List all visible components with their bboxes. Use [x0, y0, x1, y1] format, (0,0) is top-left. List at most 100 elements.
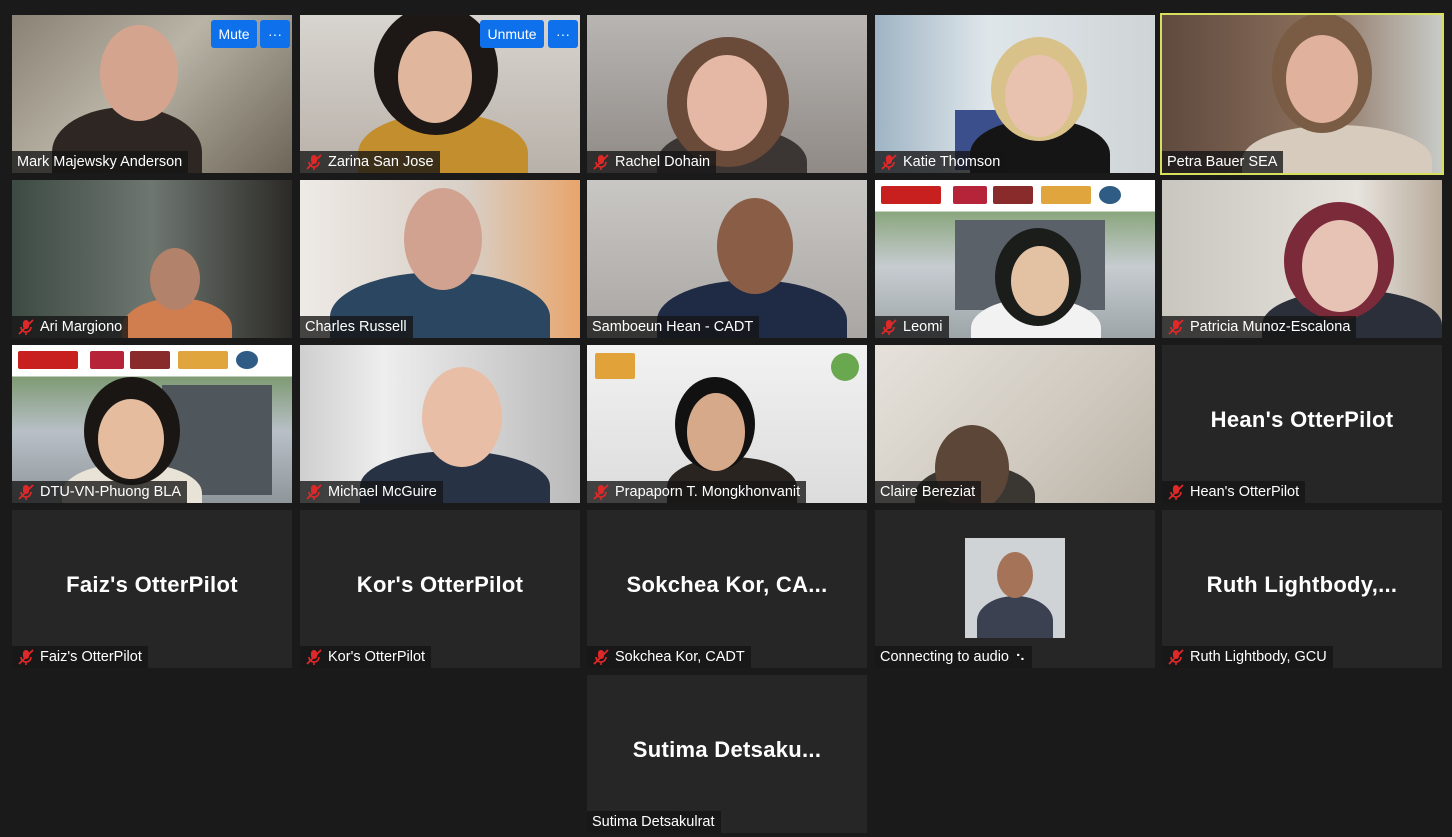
participant-nametag: Zarina San Jose — [300, 151, 440, 173]
muted-mic-icon — [593, 649, 609, 665]
participant-nametag: Michael McGuire — [300, 481, 443, 503]
participant-tile[interactable]: Patricia Munoz-Escalona — [1162, 180, 1442, 338]
participant-tile[interactable]: Ruth Lightbody,... Ruth Lightbody, GCU — [1162, 510, 1442, 668]
participant-name: Zarina San Jose — [328, 154, 434, 170]
participant-nametag: Sokchea Kor, CADT — [587, 646, 751, 668]
participant-nametag: Prapaporn T. Mongkhonvanit — [587, 481, 807, 503]
participant-name: Sutima Detsakulrat — [592, 814, 715, 830]
participant-name: Katie Thomson — [903, 154, 1001, 170]
participant-video — [587, 15, 867, 173]
sponsor-logo — [1041, 186, 1091, 204]
participant-name: Leomi — [903, 319, 943, 335]
participant-tile[interactable]: Hean's OtterPilot Hean's OtterPilot — [1162, 345, 1442, 503]
participant-name: Sokchea Kor, CADT — [615, 649, 745, 665]
participant-name: Mark Majewsky Anderson — [17, 154, 183, 170]
participant-name: Rachel Dohain — [615, 154, 711, 170]
sdg-lab-logo — [831, 353, 859, 381]
participant-name: Faiz's OtterPilot — [40, 649, 142, 665]
unmute-button[interactable]: Unmute — [480, 20, 544, 48]
participant-display-name: Ruth Lightbody,... — [1206, 572, 1398, 597]
participant-tile[interactable]: Michael McGuire — [300, 345, 580, 503]
participant-video — [587, 180, 867, 338]
participant-nametag: Petra Bauer SEA — [1162, 151, 1284, 173]
connecting-indicator-icon: ⠢ — [1015, 649, 1026, 665]
sponsor-logo — [993, 186, 1033, 204]
more-options-button[interactable]: ··· — [260, 20, 290, 48]
participant-video — [875, 345, 1155, 503]
sponsor-logo — [90, 351, 124, 369]
muted-mic-icon — [306, 154, 322, 170]
profile-picture — [965, 538, 1065, 638]
participant-tile-active-speaker[interactable]: Petra Bauer SEA — [1160, 13, 1444, 175]
participant-name: Prapaporn T. Mongkhonvanit — [615, 484, 801, 500]
participant-tile[interactable]: Rachel Dohain — [587, 15, 867, 173]
participant-tile[interactable]: Mute ··· Mark Majewsky Anderson — [12, 15, 292, 173]
participant-video — [587, 345, 867, 503]
participant-nametag: Connecting to audio ⠢ — [875, 646, 1032, 668]
participant-nametag: Charles Russell — [300, 316, 413, 338]
participant-video — [300, 180, 580, 338]
participant-video — [875, 15, 1155, 173]
more-options-button[interactable]: ··· — [548, 20, 578, 48]
participant-name: Hean's OtterPilot — [1190, 484, 1300, 500]
participant-name: Michael McGuire — [328, 484, 437, 500]
participant-video — [300, 345, 580, 503]
participant-tile[interactable]: Katie Thomson — [875, 15, 1155, 173]
participant-name: Charles Russell — [305, 319, 407, 335]
participant-nametag: Patricia Munoz-Escalona — [1162, 316, 1357, 338]
participant-nametag: Katie Thomson — [875, 151, 1007, 173]
participant-tile[interactable]: Prapaporn T. Mongkhonvanit — [587, 345, 867, 503]
muted-mic-icon — [18, 319, 34, 335]
participant-nametag: Rachel Dohain — [587, 151, 717, 173]
muted-mic-icon — [881, 154, 897, 170]
muted-mic-icon — [593, 484, 609, 500]
participant-video — [12, 180, 292, 338]
participant-nametag: Faiz's OtterPilot — [12, 646, 148, 668]
participant-name: Samboeun Hean - CADT — [592, 319, 754, 335]
participant-nametag: Samboeun Hean - CADT — [587, 316, 760, 338]
sponsor-logo — [881, 186, 941, 204]
participant-tile[interactable]: Unmute ··· Zarina San Jose — [300, 15, 580, 173]
participant-nametag: Claire Bereziat — [875, 481, 982, 503]
sponsor-logo — [178, 351, 228, 369]
participant-nametag: Mark Majewsky Anderson — [12, 151, 189, 173]
muted-mic-icon — [1168, 484, 1184, 500]
participant-nametag: Ari Margiono — [12, 316, 129, 338]
participant-nametag: Kor's OtterPilot — [300, 646, 432, 668]
participant-nametag: Leomi — [875, 316, 949, 338]
muted-mic-icon — [306, 484, 322, 500]
participant-nametag: DTU-VN-Phuong BLA — [12, 481, 188, 503]
participant-name: DTU-VN-Phuong BLA — [40, 484, 182, 500]
participant-video — [1162, 15, 1442, 173]
participant-tile[interactable]: Leomi — [875, 180, 1155, 338]
muted-mic-icon — [1168, 319, 1184, 335]
participant-tile[interactable]: Connecting to audio ⠢ — [875, 510, 1155, 668]
participant-tile[interactable]: Claire Bereziat — [875, 345, 1155, 503]
participant-video — [875, 180, 1155, 338]
participant-name: Patricia Munoz-Escalona — [1190, 319, 1351, 335]
participant-name: Ari Margiono — [40, 319, 123, 335]
participant-display-name: Kor's OtterPilot — [356, 572, 524, 597]
sponsor-logo — [1099, 186, 1121, 204]
muted-mic-icon — [306, 649, 322, 665]
participant-tile[interactable]: Charles Russell — [300, 180, 580, 338]
participant-nametag: Hean's OtterPilot — [1162, 481, 1306, 503]
participant-display-name: Hean's OtterPilot — [1210, 407, 1394, 432]
participant-tile[interactable]: Samboeun Hean - CADT — [587, 180, 867, 338]
participant-name: Claire Bereziat — [880, 484, 976, 500]
participant-tile[interactable]: Sokchea Kor, CA... Sokchea Kor, CADT — [587, 510, 867, 668]
participant-tile[interactable]: Faiz's OtterPilot Faiz's OtterPilot — [12, 510, 292, 668]
sponsor-logo — [953, 186, 987, 204]
participant-nametag: Sutima Detsakulrat — [587, 811, 721, 833]
sponsor-logo — [18, 351, 78, 369]
muted-mic-icon — [18, 649, 34, 665]
mute-button[interactable]: Mute — [211, 20, 257, 48]
participant-tile[interactable]: Ari Margiono — [12, 180, 292, 338]
participant-name: Connecting to audio — [880, 649, 1009, 665]
participant-name: Ruth Lightbody, GCU — [1190, 649, 1327, 665]
muted-mic-icon — [593, 154, 609, 170]
participant-tile[interactable]: Kor's OtterPilot Kor's OtterPilot — [300, 510, 580, 668]
participant-video — [1162, 180, 1442, 338]
participant-tile[interactable]: DTU-VN-Phuong BLA — [12, 345, 292, 503]
participant-tile[interactable]: Sutima Detsaku... Sutima Detsakulrat — [587, 675, 867, 833]
